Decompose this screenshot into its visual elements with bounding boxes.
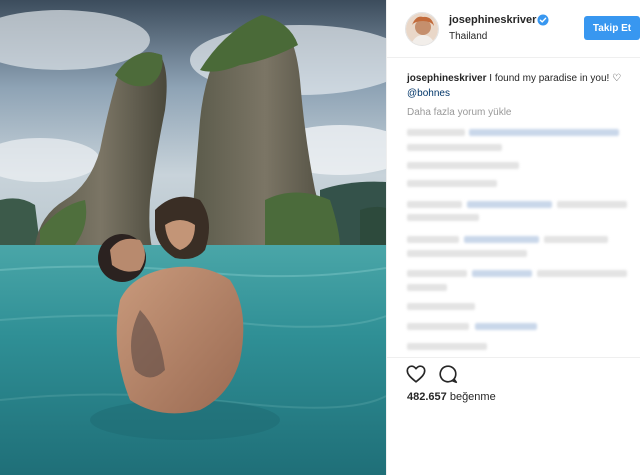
instagram-post: josephineskriver Thailand Takip Et josep… bbox=[0, 0, 640, 475]
header-location[interactable]: Thailand bbox=[449, 31, 487, 42]
post-caption: josephineskriver I found my paradise in … bbox=[407, 71, 629, 101]
likes-count[interactable]: 482.657 beğenme bbox=[407, 391, 496, 403]
photo-image bbox=[0, 0, 386, 475]
likes-number: 482.657 bbox=[407, 391, 447, 403]
comment-line bbox=[407, 236, 459, 243]
comment-line bbox=[407, 162, 519, 169]
comment-line bbox=[469, 129, 619, 136]
header-username[interactable]: josephineskriver bbox=[449, 14, 536, 26]
heart-icon[interactable] bbox=[405, 363, 427, 385]
avatar[interactable] bbox=[405, 12, 439, 46]
comment-line bbox=[407, 303, 475, 310]
verified-badge-icon bbox=[537, 13, 549, 26]
comment-line bbox=[475, 323, 537, 330]
comment-line bbox=[407, 284, 447, 291]
likes-label: beğenme bbox=[449, 391, 496, 403]
comment-line bbox=[544, 236, 608, 243]
comment-icon[interactable] bbox=[437, 363, 459, 385]
avatar-image bbox=[406, 13, 438, 45]
comment-line bbox=[407, 214, 479, 221]
comment-line bbox=[467, 201, 552, 208]
load-more-comments[interactable]: Daha fazla yorum yükle bbox=[407, 107, 512, 118]
comment-line bbox=[407, 144, 502, 151]
comment-line bbox=[464, 236, 539, 243]
post-side-panel: josephineskriver Thailand Takip Et josep… bbox=[386, 0, 640, 475]
comment-line bbox=[407, 250, 527, 257]
comment-line bbox=[407, 129, 465, 136]
comment-line bbox=[407, 180, 497, 187]
comment-line bbox=[407, 343, 487, 350]
comment-line bbox=[472, 270, 532, 277]
caption-username[interactable]: josephineskriver bbox=[407, 73, 486, 84]
comment-line bbox=[537, 270, 627, 277]
post-photo[interactable] bbox=[0, 0, 386, 475]
divider bbox=[387, 357, 640, 358]
comment-line bbox=[407, 270, 467, 277]
caption-text: I found my paradise in you! bbox=[486, 73, 613, 84]
follow-button[interactable]: Takip Et bbox=[584, 16, 640, 40]
caption-mention[interactable]: @bohnes bbox=[407, 88, 450, 99]
post-header: josephineskriver Thailand Takip Et bbox=[387, 0, 640, 58]
comment-line bbox=[557, 201, 627, 208]
caption-heart: ♡ bbox=[612, 73, 622, 84]
comment-line bbox=[407, 323, 469, 330]
comment-line bbox=[407, 201, 462, 208]
